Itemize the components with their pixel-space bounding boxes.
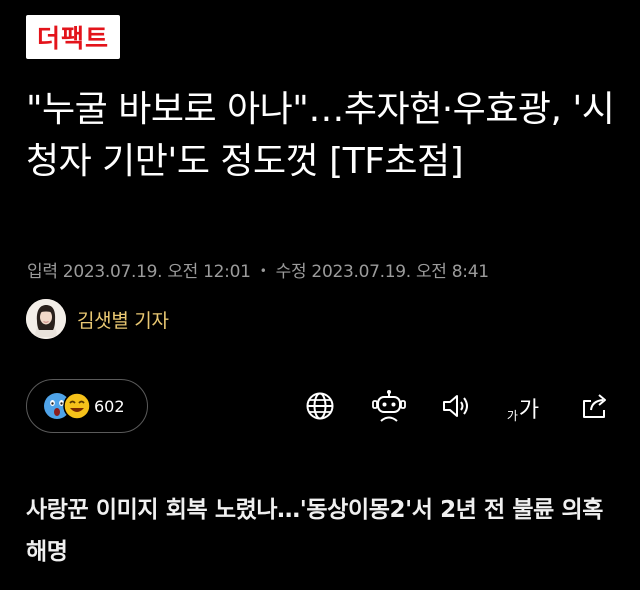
share-button[interactable] bbox=[577, 388, 613, 424]
article-headline: "누굴 바보로 아나"…추자현·우효광, '시청자 기만'도 정도껏 [TF초점… bbox=[26, 89, 615, 182]
related-article-title[interactable]: 사랑꾼 이미지 회복 노렸나…'동상이몽2'서 2년 전 불륜 의혹 해명 bbox=[26, 489, 618, 573]
reaction-emojis bbox=[42, 391, 92, 421]
speaker-icon bbox=[443, 395, 468, 417]
summary-bot-button[interactable] bbox=[371, 388, 407, 424]
updated-label: 수정 bbox=[275, 262, 307, 282]
robot-icon bbox=[372, 390, 406, 422]
article-meta: 입력 2023.07.19. 오전 12:01 • 수정 2023.07.19.… bbox=[27, 257, 489, 282]
press-logo[interactable]: 더팩트 bbox=[26, 15, 120, 59]
font-size-big-glyph: 가 bbox=[518, 398, 540, 423]
author-byline[interactable]: 김샛별 기자 bbox=[26, 299, 169, 339]
globe-icon bbox=[306, 392, 334, 420]
reaction-count: 602 bbox=[94, 396, 125, 416]
laughing-emoji-icon bbox=[63, 392, 91, 420]
press-logo-text: 더팩트 bbox=[36, 24, 109, 53]
text-to-speech-button[interactable] bbox=[438, 388, 474, 424]
font-size-small-glyph: 가 bbox=[506, 409, 518, 423]
font-size-button[interactable]: 가 가 bbox=[505, 388, 541, 424]
author-name[interactable]: 김샛별 기자 bbox=[77, 306, 169, 333]
translate-button[interactable] bbox=[302, 388, 338, 424]
published-date: 2023.07.19. 오전 12:01 bbox=[62, 262, 251, 282]
share-icon bbox=[583, 394, 606, 418]
meta-separator: • bbox=[259, 264, 267, 278]
author-avatar[interactable] bbox=[26, 299, 66, 339]
updated-date: 2023.07.19. 오전 8:41 bbox=[311, 262, 489, 282]
reaction-button[interactable]: 602 bbox=[26, 379, 148, 433]
published-label: 입력 bbox=[27, 262, 58, 282]
